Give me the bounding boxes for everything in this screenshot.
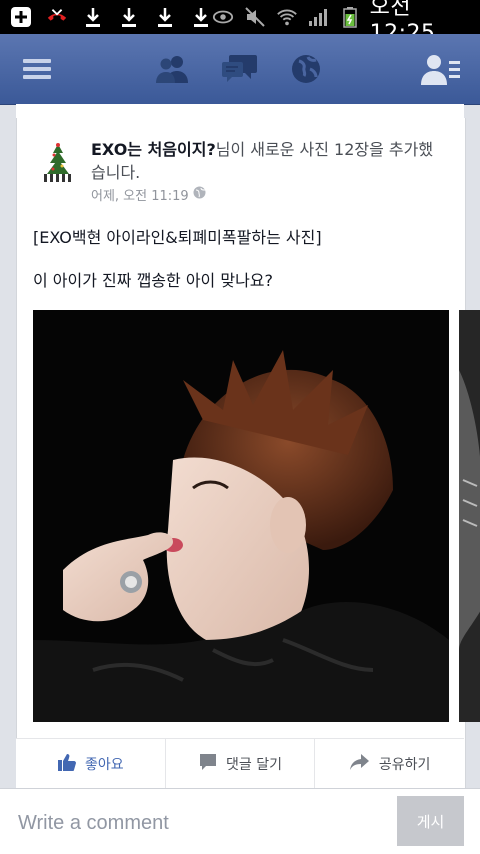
story-header: EXO는 처음이지?님이 새로운 사진 12장을 추가했습니다. [91,138,441,184]
thumbs-up-icon [57,752,77,776]
eye-icon [212,6,234,28]
next-photo-peek[interactable] [459,310,480,722]
post-photo[interactable] [33,310,449,722]
download-icon [190,6,212,28]
like-label: 좋아요 [85,757,124,773]
story-action-bar: 좋아요 댓글 달기 공유하기 [16,738,464,789]
comment-input[interactable] [16,809,380,837]
public-globe-icon [193,186,206,203]
page-name-link[interactable]: EXO는 처음이지? [91,140,216,159]
post-text-line-1: [EXO백현 아이라인&퇴폐미폭팔하는 사진] [33,228,322,247]
signal-icon [308,6,330,28]
share-button[interactable]: 공유하기 [315,739,464,789]
page-avatar[interactable] [35,140,81,186]
post-text-line-2: 이 아이가 진짜 깹송한 아이 맞나요? [33,271,274,290]
status-bar: 오전 12:25 [0,0,480,46]
battery-charging-icon [340,6,360,28]
friend-requests-icon[interactable] [151,48,193,90]
share-label: 공유하기 [378,757,431,773]
messages-icon[interactable] [219,48,261,90]
like-button[interactable]: 좋아요 [16,739,166,789]
friends-list-icon[interactable] [420,48,462,90]
comment-label: 댓글 달기 [226,757,282,773]
wifi-icon [276,6,298,28]
feed-story-card: EXO는 처음이지?님이 새로운 사진 12장을 추가했습니다. 어제, 오전 … [16,118,480,799]
previous-story-edge [16,104,464,119]
menu-icon[interactable] [16,48,58,90]
mute-icon [244,6,266,28]
missed-call-icon [46,6,68,28]
top-nav-bar [0,34,480,105]
comment-composer: 게시 [0,788,480,854]
comment-button[interactable]: 댓글 달기 [166,739,316,789]
comment-bubble-icon [198,752,218,776]
download-icon [154,6,176,28]
story-timestamp[interactable]: 어제, 오전 11:19 [91,185,206,204]
post-comment-button[interactable]: 게시 [397,796,464,846]
download-icon [82,6,104,28]
download-icon [118,6,140,28]
share-arrow-icon [349,752,371,776]
timestamp-text: 어제, 오전 11:19 [91,189,189,204]
notifications-globe-icon[interactable] [285,48,327,90]
add-icon [10,6,32,28]
